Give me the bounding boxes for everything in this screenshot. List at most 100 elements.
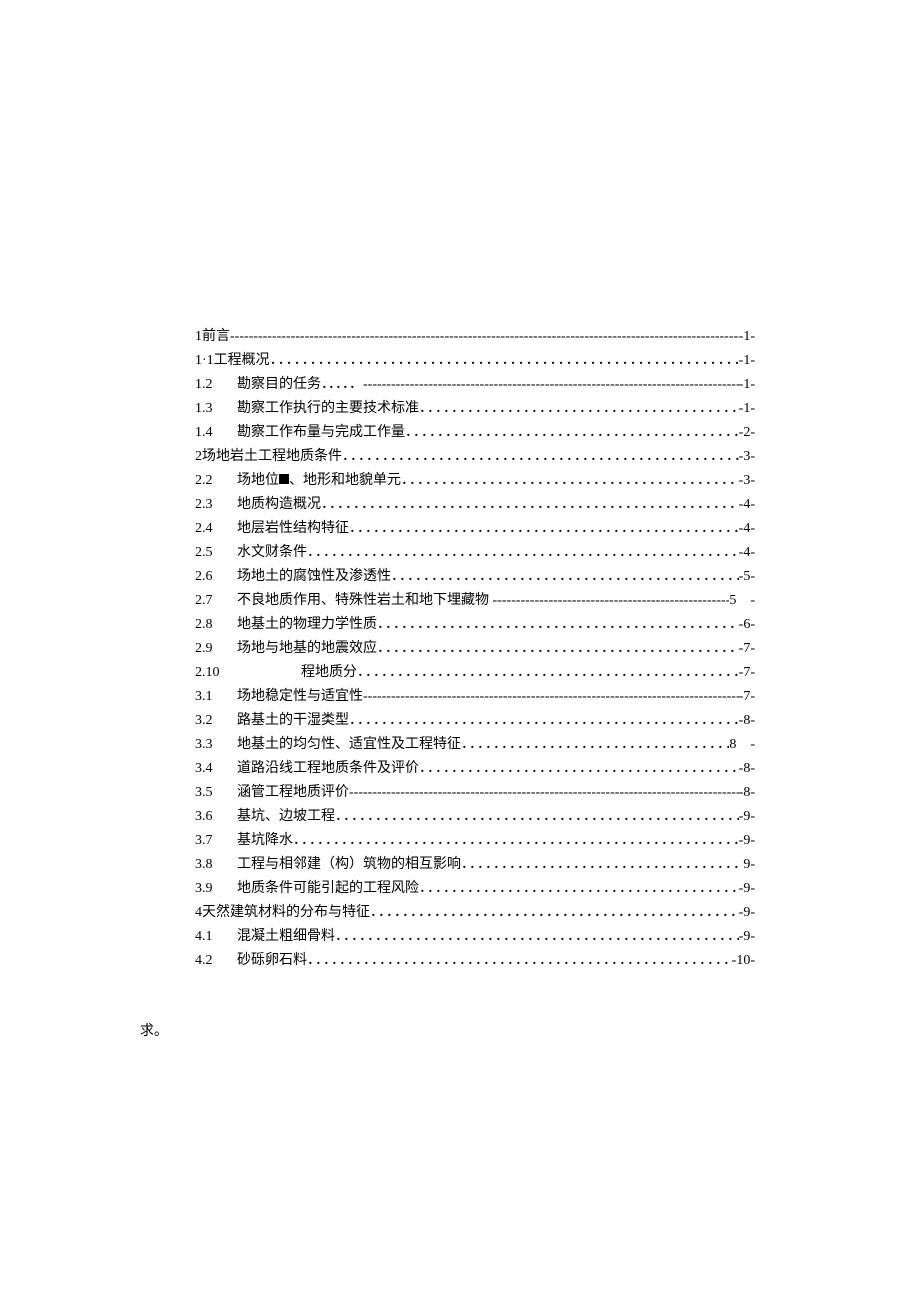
toc-leader: ．．．．．．．．．．．．．．．．．．．．．．．．．．．．．．．．．．．．．．．．…	[349, 709, 739, 733]
toc-page: -9-	[739, 925, 755, 949]
toc-entry: 3.5涵管工程地质评价 ----------------------------…	[195, 781, 755, 805]
toc-page: -9-	[739, 901, 755, 925]
toc-entry: 3.3地基土的均匀性、适宜性及工程特征．．．．．．．．．．．．．．．．．．．．．…	[195, 733, 755, 757]
toc-leader: ．．．．．．．．．．．．．．．．．．．．．．．．．．．．．．．．．．．．．．．．…	[342, 445, 739, 469]
toc-page: -9-	[739, 877, 755, 901]
toc-entry: 2.10 程地质分．．．．．．．．．．．．．．．．．．．．．．．．．．．．．．．…	[195, 661, 755, 685]
toc-leader: ----------------------------------------…	[363, 373, 739, 397]
toc-page: -4-	[739, 517, 755, 541]
toc-leader: ．．．．．．．．．．．．．．．．．．．．．．．．．．．．．．．．．．．．．．．．…	[405, 421, 739, 445]
toc-entry: 4.2砂砾卵石料．．．．．．．．．．．．．．．．．．．．．．．．．．．．．．．．…	[195, 949, 755, 973]
toc-entry: 2.6场地土的腐蚀性及渗透性．．．．．．．．．．．．．．．．．．．．．．．．．．…	[195, 565, 755, 589]
toc-number: 1.2	[195, 373, 237, 397]
toc-title: 基坑、边坡工程	[237, 805, 335, 829]
toc-title: 路基土的干湿类型	[237, 709, 349, 733]
toc-entry: 3.1场地稳定性与适宜性 ---------------------------…	[195, 685, 755, 709]
toc-entry: 2.8地基土的物理力学性质．．．．．．．．．．．．．．．．．．．．．．．．．．．…	[195, 613, 755, 637]
toc-heading: 4天然建筑材料的分布与特征．．．．．．．．．．．．．．．．．．．．．．．．．．．…	[195, 901, 755, 925]
toc-leader: ．．．．．．．．．．．．．．．．．．．．．．．．．．．．．．．．．．．．．．．．…	[357, 661, 739, 685]
toc-leader: ．．．．．．．．．．．．．．．．．．．．．．．．．．．．．．．．．．．．．．．．…	[377, 637, 739, 661]
toc-page: -6-	[739, 613, 755, 637]
toc-leader: ．．．．．．．．．．．．．．．．．．．．．．．．．．．．．．．．．．．．．．．．…	[391, 565, 739, 589]
toc-leader: ----------------------------------------…	[230, 325, 739, 349]
toc-entry: 3.6基坑、边坡工程．．．．．．．．．．．．．．．．．．．．．．．．．．．．．．…	[195, 805, 755, 829]
toc-title: 不良地质作用、特殊性岩土和地下埋藏物 -------	[237, 589, 525, 613]
toc-leader: ．．．．．．．．．．．．．．．．．．．．．．．．．．．．．．．．．．．．．．．．…	[401, 469, 739, 493]
toc-title: 涵管工程地质评价	[237, 781, 349, 805]
toc-heading: 1·1工程概况．．．．．．．．．．．．．．．．．．．．．．．．．．．．．．．．．…	[195, 349, 755, 373]
toc-number: 2.10	[195, 661, 245, 685]
toc-entry: 2.4地层岩性结构特征．．．．．．．．．．．．．．．．．．．．．．．．．．．．．…	[195, 517, 755, 541]
toc-title: 工程与相邻建（构）筑物的相互影响	[237, 853, 461, 877]
toc-leader: ．．．．．．．．．．．．．．．．．．．．．．．．．．．．．．．．．．．．．．．．…	[461, 733, 729, 757]
toc-entry: 3.8工程与相邻建（构）筑物的相互影响．．．．．．．．．．．．．．．．．．．．．…	[195, 853, 755, 877]
toc-entry: 1.4勘察工作布量与完成工作量．．．．．．．．．．．．．．．．．．．．．．．．．…	[195, 421, 755, 445]
toc-page: -1-	[739, 349, 755, 373]
toc-entry: 2.2场地位、地形和地貌单元．．．．．．．．．．．．．．．．．．．．．．．．．．…	[195, 469, 755, 493]
toc-heading-title: 4	[195, 901, 202, 925]
toc-leader: ----------------------------------------…	[349, 781, 739, 805]
toc-entry: 1.2勘察目的任务．．．．．--------------------------…	[195, 373, 755, 397]
toc-leader: ----------------------------------------…	[363, 685, 739, 709]
toc-page: -9-	[739, 829, 755, 853]
toc-number: 2.2	[195, 469, 237, 493]
toc-entry: 3.4道路沿线工程地质条件及评价．．．．．．．．．．．．．．．．．．．．．．．．…	[195, 757, 755, 781]
toc-page: 5 -	[729, 589, 755, 613]
toc-leader: ．．．．．．．．．．．．．．．．．．．．．．．．．．．．．．．．．．．．．．．．…	[419, 757, 739, 781]
toc-number: 3.2	[195, 709, 237, 733]
toc-number: 3.9	[195, 877, 237, 901]
toc-page: -7-	[739, 661, 755, 685]
toc-leader: ．．．．．．．．．．．．．．．．．．．．．．．．．．．．．．．．．．．．．．．．…	[335, 925, 739, 949]
toc-page: -1-	[739, 397, 755, 421]
toc-number: 3.6	[195, 805, 237, 829]
toc-page: -3-	[739, 445, 755, 469]
toc-heading-text: 天然建筑材料的分布与特征	[202, 901, 370, 925]
toc-leader: ．．．．．．．．．．．．．．．．．．．．．．．．．．．．．．．．．．．．．．．．…	[419, 877, 739, 901]
toc-entry: 3.9地质条件可能引起的工程风险．．．．．．．．．．．．．．．．．．．．．．．．…	[195, 877, 755, 901]
toc-title: 混凝土粗细骨料	[237, 925, 335, 949]
toc-title: 地质条件可能引起的工程风险	[237, 877, 419, 901]
toc-leader: ．．．．．．．．．．．．．．．．．．．．．．．．．．．．．．．．．．．．．．．．…	[349, 517, 739, 541]
toc-page: -8-	[739, 757, 755, 781]
toc-title: 地质构造概况	[237, 493, 321, 517]
toc-heading-title: 1·1	[195, 349, 214, 373]
toc-title: 勘察工作布量与完成工作量	[237, 421, 405, 445]
toc-leader: ．．．．．．．．．．．．．．．．．．．．．．．．．．．．．．．．．．．．．．．．…	[335, 805, 739, 829]
toc-title: 基坑降水	[237, 829, 293, 853]
footer-fragment: 求。	[140, 1020, 168, 1040]
toc-number: 4.1	[195, 925, 237, 949]
toc-number: 2.4	[195, 517, 237, 541]
toc-leader: ．．．．．．．．．．．．．．．．．．．．．．．．．．．．．．．．．．．．．．．．…	[293, 829, 739, 853]
toc-number: 3.7	[195, 829, 237, 853]
toc-heading: 2场地岩土工程地质条件．．．．．．．．．．．．．．．．．．．．．．．．．．．．．…	[195, 445, 755, 469]
toc-title: 地层岩性结构特征	[237, 517, 349, 541]
black-square-icon	[279, 474, 289, 484]
toc-number: 2.7	[195, 589, 237, 613]
toc-page: -5-	[739, 565, 755, 589]
toc-title: 水文财条件	[237, 541, 307, 565]
toc-heading-text: 场地岩土工程地质条件	[202, 445, 342, 469]
toc-page: -4-	[739, 493, 755, 517]
toc-leader: ．．．．．．．．．．．．．．．．．．．．．．．．．．．．．．．．．．．．．．．．…	[307, 541, 739, 565]
toc-leader: ．．．．．．．．．．．．．．．．．．．．．．．．．．．．．．．．．．．．．．．．…	[461, 853, 743, 877]
toc-entry: 2.3地质构造概况．．．．．．．．．．．．．．．．．．．．．．．．．．．．．．．…	[195, 493, 755, 517]
toc-leader: ．．．．．．．．．．．．．．．．．．．．．．．．．．．．．．．．．．．．．．．．…	[270, 349, 739, 373]
toc-entry: 2.7不良地质作用、特殊性岩土和地下埋藏物 ------- ----------…	[195, 589, 755, 613]
toc-page: -1-	[739, 325, 755, 349]
toc-leader: ----------------------------------------…	[525, 589, 729, 613]
toc-title: 砂砾卵石料	[237, 949, 307, 973]
toc-leader: ．．．．．．．．．．．．．．．．．．．．．．．．．．．．．．．．．．．．．．．．…	[377, 613, 739, 637]
toc-title: 程地质分	[245, 661, 357, 685]
toc-entry: 2.5水文财条件．．．．．．．．．．．．．．．．．．．．．．．．．．．．．．．．…	[195, 541, 755, 565]
toc-entry: 3.2路基土的干湿类型．．．．．．．．．．．．．．．．．．．．．．．．．．．．．…	[195, 709, 755, 733]
toc-page: -2-	[739, 421, 755, 445]
toc-entry: 1.3勘察工作执行的主要技术标准．．．．．．．．．．．．．．．．．．．．．．．．…	[195, 397, 755, 421]
toc-title: 勘察目的任务．．．．．	[237, 373, 363, 397]
toc-page: -4-	[739, 541, 755, 565]
toc-leader: ．．．．．．．．．．．．．．．．．．．．．．．．．．．．．．．．．．．．．．．．…	[419, 397, 739, 421]
toc-entry: 2.9场地与地基的地震效应．．．．．．．．．．．．．．．．．．．．．．．．．．．…	[195, 637, 755, 661]
toc-page: -8-	[739, 781, 755, 805]
toc-number: 2.6	[195, 565, 237, 589]
toc-page: -8-	[739, 709, 755, 733]
toc-title: 道路沿线工程地质条件及评价	[237, 757, 419, 781]
